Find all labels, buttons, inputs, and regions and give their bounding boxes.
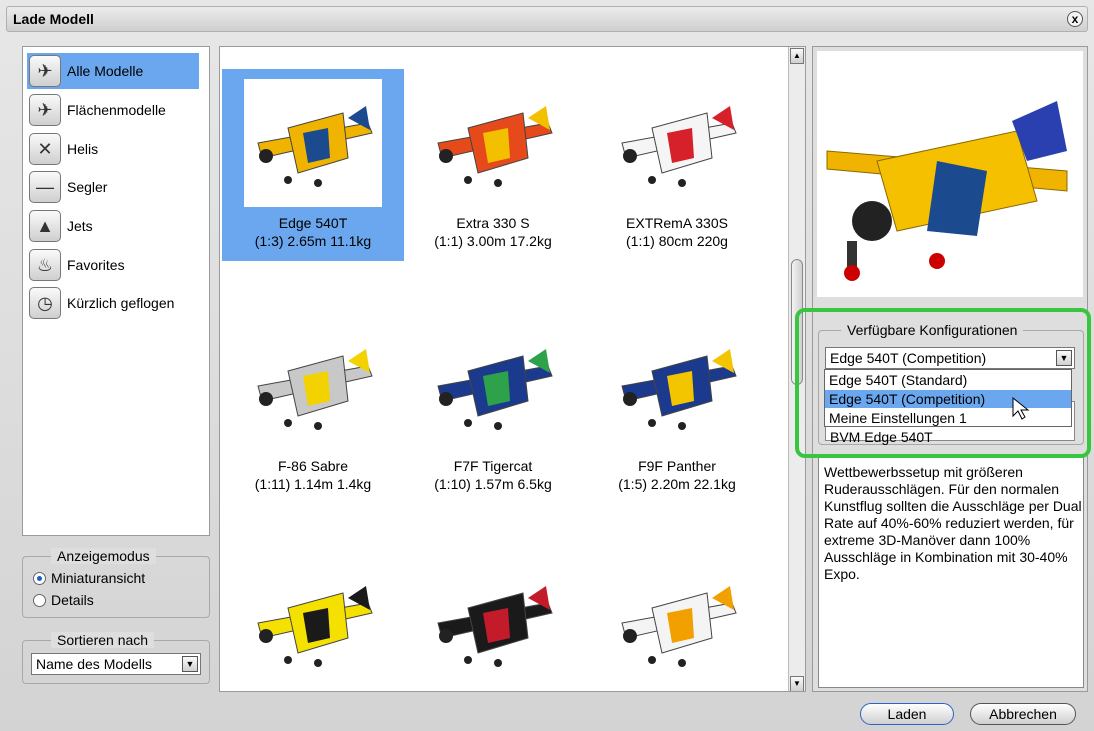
clock-icon: ◷ [29, 287, 61, 319]
category-jets[interactable]: ▲ Jets [27, 208, 199, 244]
model-thumbnail[interactable] [608, 559, 746, 687]
model-grid: Edge 540T (1:3) 2.65m 11.1kg Extra 330 S (1… [219, 46, 806, 692]
vertical-scrollbar[interactable]: ▲ ▼ [788, 47, 805, 691]
airplane-preview-image [826, 101, 1068, 281]
sort-legend: Sortieren nach [51, 632, 155, 648]
radio-thumbnail-view[interactable]: Miniaturansicht [33, 570, 145, 586]
airplane-icon [621, 349, 737, 430]
model-tile[interactable]: F9F Panther (1:5) 2.20m 22.1kg [586, 312, 768, 504]
model-thumbnail[interactable] [608, 79, 746, 207]
all-models-icon: ✈ [29, 55, 61, 87]
radio-details-view[interactable]: Details [33, 592, 94, 608]
radio-button[interactable] [33, 593, 46, 607]
display-mode-legend: Anzeigemodus [51, 548, 156, 564]
model-tile[interactable]: F-86 Sabre (1:11) 1.14m 1.4kg [222, 312, 404, 504]
sort-value: Name des Modells [36, 656, 152, 672]
title-bar: Lade Modell x [6, 6, 1088, 32]
model-tile[interactable]: Intention(1:1) 2.86m 2.5kg [586, 549, 768, 691]
model-thumbnail[interactable] [424, 79, 562, 207]
category-label: Favorites [67, 257, 125, 273]
model-name: EXTRemA 330S [626, 215, 728, 231]
airplane-icon [621, 106, 737, 187]
category-label: Segler [67, 179, 108, 195]
glider-icon: — [29, 171, 61, 203]
model-thumbnail[interactable] [244, 79, 382, 207]
close-icon[interactable]: x [1067, 11, 1083, 27]
model-thumbnail[interactable] [608, 322, 746, 450]
dropdown-option[interactable]: Meine Einstellungen 1 [825, 409, 1071, 427]
jet-icon: ▲ [29, 210, 61, 242]
configuration-description: Wettbewerbssetup mit größeren Ruderaussc… [824, 464, 1082, 582]
sort-group: Sortieren nach Name des Modells ▼ [22, 632, 210, 684]
model-spec: (1:1) 80cm 220g [626, 233, 728, 249]
category-label: Alle Modelle [67, 63, 144, 79]
chevron-down-icon[interactable]: ▼ [182, 656, 198, 672]
load-model-dialog: Lade Modell x ✈ Alle Modelle ✈ Flächenmo… [0, 0, 1094, 731]
airplane-icon [621, 586, 737, 667]
load-button[interactable]: Laden [860, 703, 954, 725]
configuration-select[interactable]: Edge 540T (Competition) ▼ [825, 347, 1075, 369]
display-mode-group: Anzeigemodus Miniaturansicht Details [22, 548, 210, 618]
category-label: Flächenmodelle [67, 102, 166, 118]
window-title: Lade Modell [13, 11, 94, 27]
airplane-icon [257, 586, 373, 667]
dropdown-option-selected[interactable]: Edge 540T (Competition) [825, 390, 1071, 408]
model-spec: (1:11) 1.14m 1.4kg [254, 476, 372, 492]
scroll-down-button[interactable]: ▼ [790, 676, 804, 691]
dropdown-option[interactable]: Edge 540T (Standard) [825, 371, 1071, 389]
airplane-icon [437, 106, 553, 187]
category-list: ✈ Alle Modelle ✈ Flächenmodelle ✕ Helis … [22, 46, 210, 536]
category-label: Helis [67, 141, 99, 157]
scrollbar-thumb[interactable] [791, 259, 803, 385]
category-airplanes[interactable]: ✈ Flächenmodelle [27, 92, 199, 128]
model-name: Extra 330 S [456, 215, 530, 231]
model-name: Edge 540T [278, 215, 348, 231]
category-helis[interactable]: ✕ Helis [27, 131, 199, 167]
scroll-up-button[interactable]: ▲ [790, 48, 804, 64]
model-name: F9F Panther [638, 458, 716, 474]
manufacturer-value: BVM Edge 540T [830, 429, 933, 445]
configuration-dropdown-list: Edge 540T (Standard) Edge 540T (Competit… [824, 369, 1072, 427]
model-name: F7F Tigercat [453, 458, 533, 474]
category-recently-flown[interactable]: ◷ Kürzlich geflogen [27, 285, 199, 321]
model-tile[interactable]: EXTRemA 330S (1:1) 80cm 220g [586, 69, 768, 261]
mouse-cursor-icon [1012, 397, 1030, 420]
model-tile[interactable]: Hawk(1:5) 2.08m 15.2kg [402, 549, 584, 691]
category-gliders[interactable]: — Segler [27, 169, 199, 205]
airplane-icon [257, 106, 373, 187]
model-tile[interactable]: GeeBee(1:7) 1.50m 3.8kg [222, 549, 404, 691]
chevron-down-icon[interactable]: ▼ [1056, 350, 1072, 366]
model-tile[interactable]: Edge 540T (1:3) 2.65m 11.1kg [222, 69, 404, 261]
model-thumbnail[interactable] [424, 322, 562, 450]
configuration-value: Edge 540T (Competition) [830, 350, 987, 366]
category-all-models[interactable]: ✈ Alle Modelle [27, 53, 199, 89]
flame-icon: ♨ [29, 249, 61, 281]
model-spec: (1:5) 2.20m 22.1kg [618, 476, 736, 492]
sort-select[interactable]: Name des Modells ▼ [31, 653, 201, 675]
radio-label: Details [51, 592, 94, 608]
model-thumbnail[interactable] [244, 559, 382, 687]
airplane-icon [437, 586, 553, 667]
model-spec: (1:3) 2.65m 11.1kg [254, 233, 372, 249]
model-spec: (1:1) 3.00m 17.2kg [434, 233, 552, 249]
helicopter-icon: ✕ [29, 133, 61, 165]
category-favorites[interactable]: ♨ Favorites [27, 247, 199, 283]
model-thumbnail[interactable] [244, 322, 382, 450]
model-tile[interactable]: Extra 330 S (1:1) 3.00m 17.2kg [402, 69, 584, 261]
model-thumbnail[interactable] [424, 559, 562, 687]
model-tile[interactable]: F7F Tigercat (1:10) 1.57m 6.5kg [402, 312, 584, 504]
category-label: Jets [67, 218, 93, 234]
model-preview [817, 51, 1083, 297]
radio-button[interactable] [33, 571, 46, 585]
cancel-button[interactable]: Abbrechen [970, 703, 1076, 725]
configurations-legend: Verfügbare Konfigurationen [841, 322, 1024, 338]
airplane-icon: ✈ [29, 94, 61, 126]
airplane-icon [257, 349, 373, 430]
model-spec: (1:10) 1.57m 6.5kg [434, 476, 552, 492]
category-label: Kürzlich geflogen [67, 295, 175, 311]
radio-label: Miniaturansicht [51, 570, 146, 586]
airplane-icon [437, 349, 553, 430]
model-name: F-86 Sabre [277, 458, 349, 474]
